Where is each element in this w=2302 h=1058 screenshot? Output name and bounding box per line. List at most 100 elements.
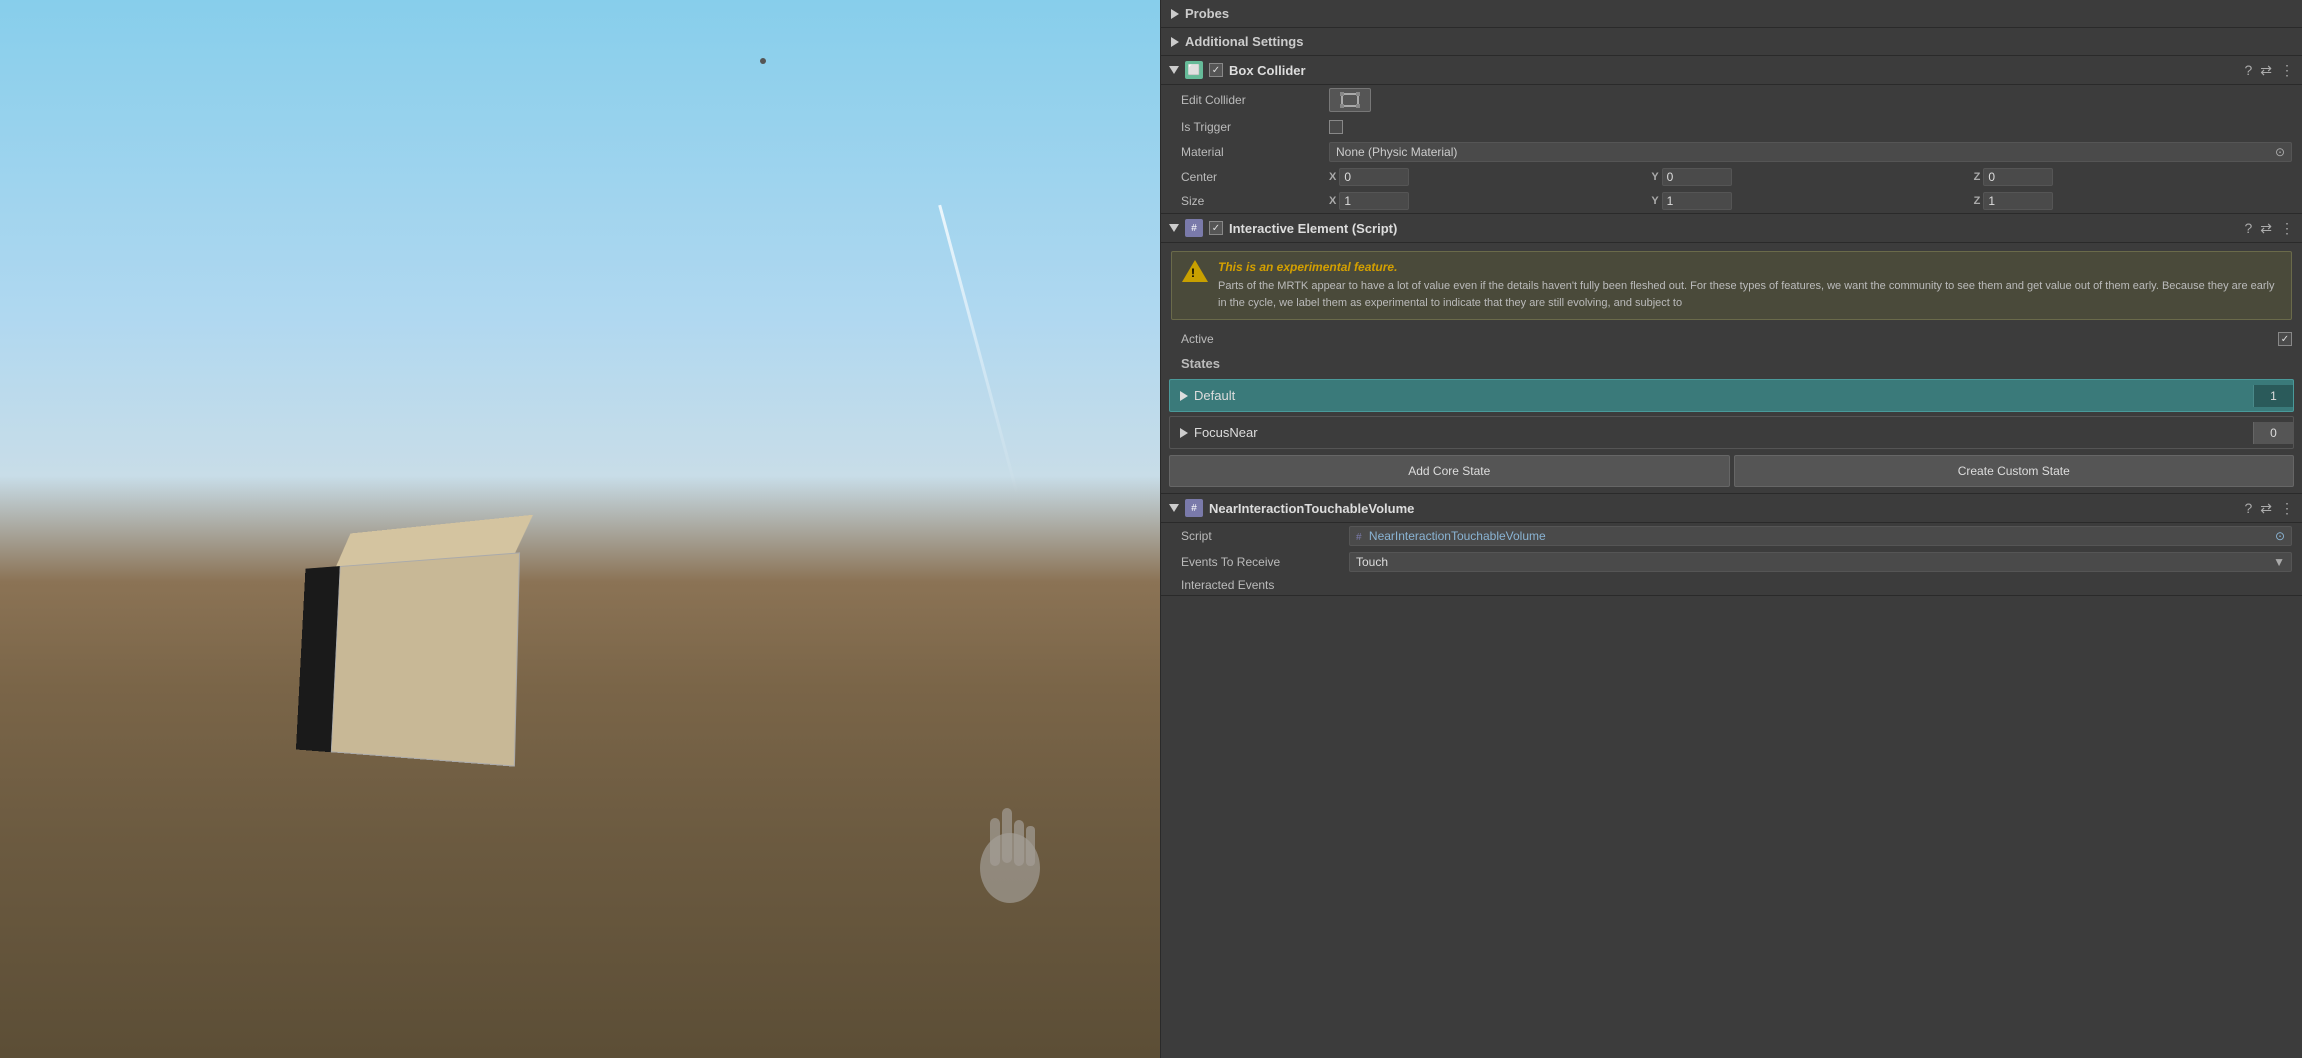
state-default-expand-icon bbox=[1180, 391, 1188, 401]
is-trigger-checkbox[interactable] bbox=[1329, 120, 1343, 134]
state-focusnear-count: 0 bbox=[2253, 422, 2293, 444]
edit-collider-row: Edit Collider bbox=[1161, 85, 2302, 115]
sky-dot bbox=[760, 58, 766, 64]
interacted-row-partial: Interacted Events bbox=[1161, 575, 2302, 595]
script-ref-select-icon[interactable]: ⊙ bbox=[2275, 529, 2285, 543]
script-ref-value: NearInteractionTouchableVolume bbox=[1369, 529, 1546, 543]
box-collider-section: ⬜ ✓ Box Collider ? ⇄ ⋮ Edit Collider bbox=[1161, 56, 2302, 214]
near-interaction-header[interactable]: # NearInteractionTouchableVolume ? ⇄ ⋮ bbox=[1161, 494, 2302, 523]
center-z-field: Z bbox=[1974, 168, 2292, 186]
size-label: Size bbox=[1181, 194, 1321, 208]
material-select-icon[interactable]: ⊙ bbox=[2275, 145, 2285, 159]
additional-settings-collapse-icon bbox=[1171, 37, 1179, 47]
box-collider-settings-icon[interactable]: ⇄ bbox=[2260, 62, 2272, 79]
near-interaction-icon: # bbox=[1185, 499, 1203, 517]
center-label: Center bbox=[1181, 170, 1321, 184]
interactive-element-header-icons: ? ⇄ ⋮ bbox=[2244, 220, 2294, 237]
box-collider-header-icons: ? ⇄ ⋮ bbox=[2244, 62, 2294, 79]
active-checkbox[interactable]: ✓ bbox=[2278, 332, 2292, 346]
material-value: None (Physic Material) bbox=[1336, 145, 1457, 159]
state-focusnear-expand-icon bbox=[1180, 428, 1188, 438]
near-interaction-help-icon[interactable]: ? bbox=[2244, 500, 2252, 516]
center-z-input[interactable] bbox=[1983, 168, 2053, 186]
script-row: Script # NearInteractionTouchableVolume … bbox=[1161, 523, 2302, 549]
events-value: Touch bbox=[1356, 555, 1388, 569]
warning-text-container: This is an experimental feature. Parts o… bbox=[1218, 260, 2281, 311]
edit-collider-icon bbox=[1340, 92, 1360, 108]
size-z-input[interactable] bbox=[1983, 192, 2053, 210]
interactive-element-help-icon[interactable]: ? bbox=[2244, 220, 2252, 236]
interactive-element-enabled-checkbox[interactable]: ✓ bbox=[1209, 221, 1223, 235]
size-x-field: X bbox=[1329, 192, 1647, 210]
center-y-input[interactable] bbox=[1662, 168, 1732, 186]
edit-collider-label: Edit Collider bbox=[1181, 93, 1321, 107]
is-trigger-label: Is Trigger bbox=[1181, 120, 1321, 134]
size-xyz-row: X Y Z bbox=[1329, 192, 2292, 210]
active-row: Active ✓ bbox=[1161, 328, 2302, 350]
center-z-label: Z bbox=[1974, 171, 1981, 183]
material-field[interactable]: None (Physic Material) ⊙ bbox=[1329, 142, 2292, 162]
create-custom-state-button[interactable]: Create Custom State bbox=[1734, 455, 2295, 487]
state-default-name: Default bbox=[1194, 388, 1235, 403]
edit-collider-button[interactable] bbox=[1329, 88, 1371, 112]
states-heading: States bbox=[1161, 350, 2302, 375]
cube-container bbox=[320, 558, 520, 758]
add-core-state-button[interactable]: Add Core State bbox=[1169, 455, 1730, 487]
interactive-element-settings-icon[interactable]: ⇄ bbox=[2260, 220, 2272, 237]
state-item-focusnear[interactable]: FocusNear 0 bbox=[1169, 416, 2294, 449]
state-focusnear-name: FocusNear bbox=[1194, 425, 1258, 440]
box-collider-title: Box Collider bbox=[1229, 63, 2238, 78]
size-x-label: X bbox=[1329, 195, 1336, 207]
interactive-element-more-icon[interactable]: ⋮ bbox=[2280, 220, 2294, 237]
probes-section[interactable]: Probes bbox=[1161, 0, 2302, 28]
script-hash-icon: # bbox=[1356, 532, 1362, 543]
events-row: Events To Receive Touch ▼ bbox=[1161, 549, 2302, 575]
center-xyz-row: X Y Z bbox=[1329, 168, 2292, 186]
action-buttons-row: Add Core State Create Custom State bbox=[1169, 455, 2294, 487]
light-beam bbox=[938, 205, 1019, 496]
is-trigger-row: Is Trigger bbox=[1161, 115, 2302, 139]
script-label: Script bbox=[1181, 529, 1341, 543]
size-y-field: Y bbox=[1651, 192, 1969, 210]
size-z-label: Z bbox=[1974, 195, 1981, 207]
script-ref-field[interactable]: # NearInteractionTouchableVolume ⊙ bbox=[1349, 526, 2292, 546]
experimental-warning-box: This is an experimental feature. Parts o… bbox=[1171, 251, 2292, 320]
cube bbox=[331, 552, 520, 766]
center-y-field: Y bbox=[1651, 168, 1969, 186]
interactive-element-header[interactable]: # ✓ Interactive Element (Script) ? ⇄ ⋮ bbox=[1161, 214, 2302, 243]
near-interaction-settings-icon[interactable]: ⇄ bbox=[2260, 500, 2272, 517]
probes-collapse-icon bbox=[1171, 9, 1179, 19]
events-label: Events To Receive bbox=[1181, 555, 1341, 569]
interactive-element-expand-icon bbox=[1169, 224, 1179, 232]
additional-settings-label: Additional Settings bbox=[1185, 34, 1303, 49]
state-default-count: 1 bbox=[2253, 385, 2293, 407]
center-y-label: Y bbox=[1651, 171, 1658, 183]
near-interaction-header-icons: ? ⇄ ⋮ bbox=[2244, 500, 2294, 517]
near-interaction-more-icon[interactable]: ⋮ bbox=[2280, 500, 2294, 517]
material-row: Material None (Physic Material) ⊙ bbox=[1161, 139, 2302, 165]
size-y-label: Y bbox=[1651, 195, 1658, 207]
box-collider-header[interactable]: ⬜ ✓ Box Collider ? ⇄ ⋮ bbox=[1161, 56, 2302, 85]
events-dropdown[interactable]: Touch ▼ bbox=[1349, 552, 2292, 572]
near-interaction-expand-icon bbox=[1169, 504, 1179, 512]
state-item-default[interactable]: Default 1 bbox=[1169, 379, 2294, 412]
center-x-input[interactable] bbox=[1339, 168, 1409, 186]
cube-front-face bbox=[331, 552, 520, 766]
active-label: Active bbox=[1181, 332, 2270, 346]
events-dropdown-arrow-icon: ▼ bbox=[2273, 555, 2285, 569]
interactive-element-title: Interactive Element (Script) bbox=[1229, 221, 2238, 236]
additional-settings-section[interactable]: Additional Settings bbox=[1161, 28, 2302, 56]
warning-body: Parts of the MRTK appear to have a lot o… bbox=[1218, 278, 2281, 311]
hand-cursor bbox=[970, 788, 1050, 908]
probes-label: Probes bbox=[1185, 6, 1229, 21]
viewport[interactable] bbox=[0, 0, 1160, 1058]
box-collider-help-icon[interactable]: ? bbox=[2244, 62, 2252, 78]
state-item-focusnear-label: FocusNear bbox=[1170, 417, 2253, 448]
size-x-input[interactable] bbox=[1339, 192, 1409, 210]
box-collider-more-icon[interactable]: ⋮ bbox=[2280, 62, 2294, 79]
size-row: Size X Y Z bbox=[1161, 189, 2302, 213]
size-y-input[interactable] bbox=[1662, 192, 1732, 210]
box-collider-enabled-checkbox[interactable]: ✓ bbox=[1209, 63, 1223, 77]
interacted-label: Interacted Events bbox=[1181, 578, 1274, 592]
near-interaction-title: NearInteractionTouchableVolume bbox=[1209, 501, 2238, 516]
